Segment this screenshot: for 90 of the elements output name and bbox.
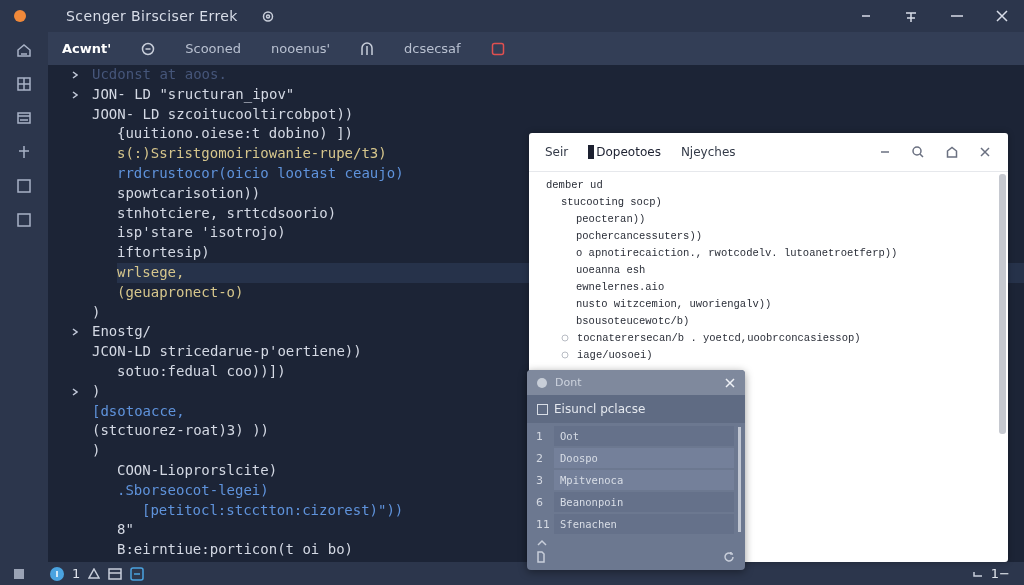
circle-icon [537, 377, 547, 388]
home-icon[interactable] [16, 42, 32, 58]
panel-tab[interactable]: Dopeotoes [588, 145, 661, 159]
scrollbar[interactable] [738, 427, 741, 532]
status-text: 1− [990, 566, 1010, 581]
dialog-title: Dont [555, 376, 582, 389]
code-line: COON-Lioprorslcite) [117, 460, 278, 480]
image-icon[interactable] [108, 567, 123, 580]
window-title: Scenger Birsciser Errek [66, 8, 238, 24]
document-line: dember ud [546, 178, 603, 191]
chevron-icon[interactable] [72, 70, 78, 79]
row-number: 3 [535, 473, 544, 487]
document-line: ewnelernes.aio [576, 280, 665, 293]
search-icon[interactable] [912, 146, 924, 158]
panel-tab[interactable]: Njeyches [680, 145, 736, 159]
code-line: [dsotoacce, [92, 401, 185, 421]
close-icon[interactable] [980, 147, 990, 157]
code-line: ) [92, 441, 101, 461]
home-icon[interactable] [946, 146, 958, 158]
app-dot-icon [14, 10, 26, 22]
toolbar-tab[interactable]: dcsecsaf [404, 41, 461, 56]
page-icon[interactable] [537, 551, 545, 563]
code-line: (geuapronect-o) [117, 282, 244, 302]
code-line: {uuitiono.oiese:t dobino) ]) [117, 124, 353, 144]
code-line: 8" [117, 520, 134, 540]
caret-up-icon[interactable] [537, 539, 547, 547]
bullet-icon [561, 350, 569, 359]
code-line: [petitocl:stcctton:cizorest)")) [142, 500, 404, 520]
info-icon[interactable] [50, 566, 64, 581]
code-line: Enostg/ [92, 322, 151, 342]
stop-icon[interactable] [490, 41, 505, 56]
chevron-icon[interactable] [72, 328, 78, 337]
row-number: 11 [535, 517, 551, 531]
code-line: isp'stare 'isotrojo) [117, 223, 286, 243]
status-text: 1 [72, 566, 81, 581]
toolbar-tab[interactable]: Scooned [185, 41, 242, 56]
row-number: 1 [535, 429, 544, 443]
document-line: nusto witzcemion, uworiengalv)) [576, 297, 772, 310]
toolbar-tab[interactable]: Acwnt' [62, 41, 112, 56]
panel-tab[interactable]: Seir [545, 145, 569, 159]
code-line: JOON- LD szcoitucooltircobpot)) [92, 104, 354, 124]
code-line: iftortesip) [117, 243, 210, 263]
list-item[interactable]: Oot [554, 426, 734, 446]
document-line: uoeanna esh [576, 263, 646, 276]
toolbar-tab[interactable]: nooenus' [271, 41, 330, 56]
sync-icon[interactable] [130, 566, 145, 581]
code-line: rrdcrustocor(oicio lootast ceaujo) [117, 164, 404, 183]
document-line: tocnaterersecan/b . yoetcd,uoobrconcasiessop) [577, 331, 861, 344]
scrollbar[interactable] [999, 174, 1006, 434]
code-line: .Sborseocot-legei) [117, 480, 269, 500]
return-icon[interactable] [972, 570, 983, 577]
restore-icon[interactable] [904, 9, 918, 23]
code-line: JON- LD "sructuran_ipov" [92, 84, 295, 105]
plus-icon[interactable] [16, 144, 32, 160]
square-icon[interactable] [16, 212, 32, 228]
warning-icon[interactable] [88, 568, 101, 579]
document-line: o apnotirecaiction., rwotcodelv. lutoanetroetferp)) [576, 246, 898, 259]
list-item[interactable]: Doospo [554, 448, 734, 468]
document-line: pochercancessuters)) [576, 229, 703, 242]
ring-icon[interactable] [141, 41, 156, 56]
document-line: stucooting socp) [561, 195, 662, 208]
gear-icon[interactable] [261, 10, 274, 22]
bullet-icon [561, 333, 569, 342]
list-item[interactable]: Sfenachen [554, 514, 734, 534]
square-icon[interactable] [14, 568, 24, 579]
document-line: bsousoteucewotc/b) [576, 314, 690, 327]
code-line: JCON-LD stricedarue-p'oertiene)) [92, 342, 362, 362]
code-line: sotuo:fedual coo))]) [117, 361, 286, 381]
refresh-icon[interactable] [723, 551, 735, 563]
code-line: stnhotciere, srttcdsoorio) [117, 203, 337, 223]
checkbox[interactable] [537, 403, 548, 415]
grid-icon[interactable] [16, 76, 32, 92]
row-number: 6 [535, 495, 544, 509]
card-icon[interactable] [16, 110, 32, 126]
arch-icon[interactable] [360, 41, 374, 56]
code-line: ) [92, 302, 101, 322]
square-icon[interactable] [16, 178, 32, 194]
code-line: B:eirntiue:porticon(t oi bo) [117, 540, 353, 560]
list-item[interactable]: Mpitvenoca [554, 470, 734, 490]
code-line: ) [92, 381, 101, 401]
code-line: (stctuorez-roat)3) )) [92, 421, 269, 441]
row-number: 2 [535, 451, 544, 465]
document-line: iage/uosoei) [577, 348, 653, 361]
code-line: s(:)Ssristgomoiriowanie-rupe/t3) [117, 144, 387, 164]
document-line: peocteran)) [576, 212, 646, 225]
chevron-icon[interactable] [72, 90, 78, 99]
chevron-icon[interactable] [72, 387, 78, 396]
code-line: Ucdonst at aoos. [92, 65, 227, 84]
code-line: spowtcarisotion)) [117, 183, 261, 203]
list-item[interactable]: Beanonpoin [554, 492, 734, 512]
